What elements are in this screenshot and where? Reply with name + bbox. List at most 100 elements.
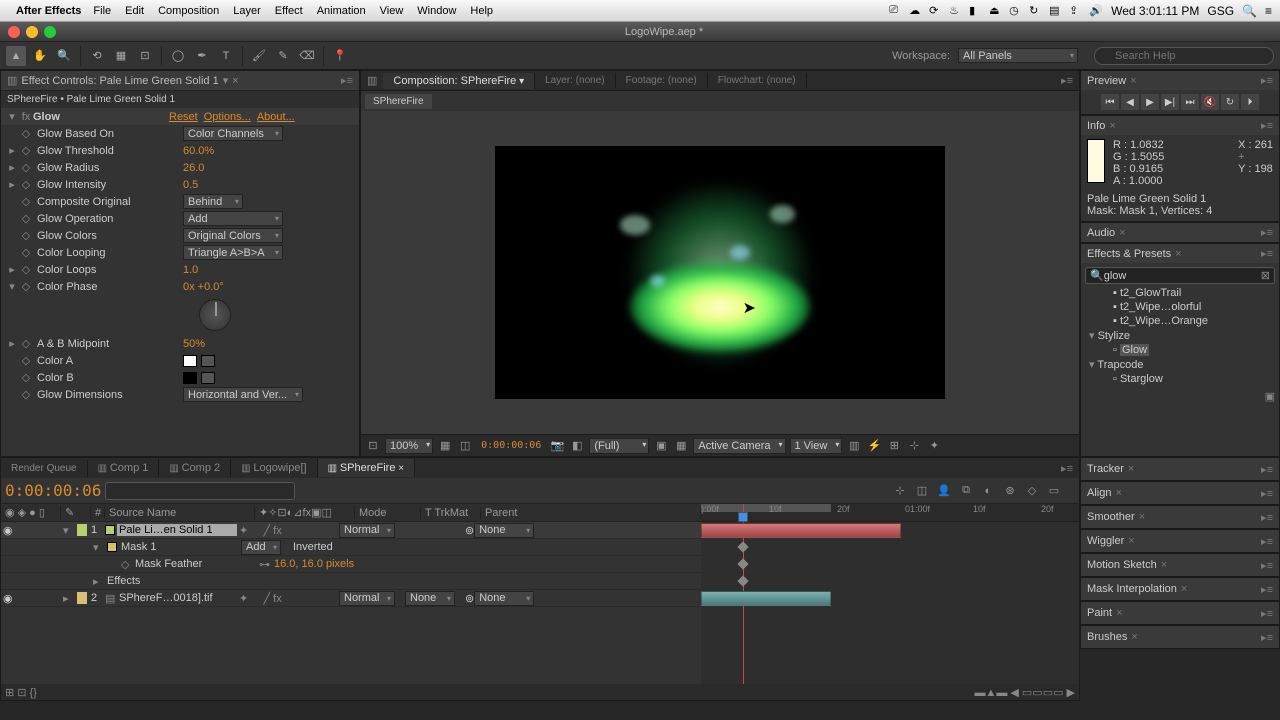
display-icon[interactable]: ▤ <box>1049 4 1063 18</box>
first-frame-button[interactable]: ⏮ <box>1101 94 1119 110</box>
menubar-user[interactable]: GSG <box>1207 4 1234 18</box>
new-bin-icon[interactable]: ▣ <box>1265 391 1275 403</box>
options-link[interactable]: Options... <box>204 111 251 123</box>
link-icon[interactable]: ⊶ <box>257 558 272 571</box>
motion-sketch-panel[interactable]: Motion Sketch×▸≡ <box>1080 553 1280 577</box>
color-phase-dial[interactable] <box>199 299 231 331</box>
layer-color-label[interactable] <box>77 592 87 604</box>
clear-search-icon[interactable]: ⊠ <box>1261 269 1270 282</box>
parent-dropdown[interactable]: None <box>474 591 534 606</box>
effect-glow-item[interactable]: ▫ Glow <box>1085 343 1275 357</box>
mask-feather-value[interactable]: 16.0, 16.0 pixels <box>272 558 356 570</box>
help-search-input[interactable] <box>1094 47 1274 65</box>
menu-animation[interactable]: Animation <box>317 5 366 17</box>
pixel-aspect-icon[interactable]: ▥ <box>846 438 862 454</box>
puppet-tool[interactable]: 📍 <box>330 46 350 66</box>
mask-interpolation-panel[interactable]: Mask Interpolation×▸≡ <box>1080 577 1280 601</box>
volume-icon[interactable]: 🔊 <box>1089 4 1103 18</box>
minimize-window-button[interactable] <box>26 26 38 38</box>
menu-window[interactable]: Window <box>417 5 456 17</box>
glow-threshold-value[interactable]: 60.0% <box>183 145 214 157</box>
notifications-icon[interactable]: ≡ <box>1265 4 1272 18</box>
menu-effect[interactable]: Effect <box>275 5 303 17</box>
color-phase-value[interactable]: 0x +0.0° <box>183 281 224 293</box>
preset-item[interactable]: ▪ t2_GlowTrail <box>1085 286 1275 300</box>
eject-icon[interactable]: ⏏ <box>989 4 1003 18</box>
loop-button[interactable]: ↻ <box>1221 94 1239 110</box>
effects-group-row[interactable]: ▸ Effects <box>1 573 701 590</box>
spotlight-icon[interactable]: 🔍 <box>1242 4 1257 18</box>
comp-subtab[interactable]: SPhereFire <box>365 94 432 109</box>
timeline-track-area[interactable]: ):00f 10f 20f 01:00f 10f 20f <box>701 504 1079 684</box>
menu-composition[interactable]: Composition <box>158 5 219 17</box>
ab-midpoint-value[interactable]: 50% <box>183 338 205 350</box>
effects-presets-tab[interactable]: Effects & Presets <box>1087 248 1171 260</box>
next-frame-button[interactable]: ▶| <box>1161 94 1179 110</box>
wifi-icon[interactable]: ⇪ <box>1069 4 1083 18</box>
view-dropdown[interactable]: 1 View <box>790 438 843 454</box>
tab-spherefire[interactable]: ▥ SPhereFire × <box>318 459 416 477</box>
magnify-icon[interactable]: ⊡ <box>365 438 381 454</box>
blend-mode-dropdown[interactable]: Normal <box>339 591 395 606</box>
bin-icon[interactable]: ▥ <box>7 74 17 87</box>
info-tab[interactable]: Info <box>1087 120 1105 132</box>
dropbox-icon[interactable]: ☁ <box>909 4 923 18</box>
timeline-icon[interactable]: ⊞ <box>886 438 902 454</box>
tab-logowipe[interactable]: ▥ Logowipe[] <box>231 459 317 477</box>
tab-comp1[interactable]: ▥ Comp 1 <box>88 459 160 477</box>
stopwatch-icon[interactable]: ◇ <box>119 558 133 571</box>
zoom-tool[interactable]: 🔍 <box>54 46 74 66</box>
composite-original-dropdown[interactable]: Behind <box>183 194 243 209</box>
twirl-icon[interactable]: ▾ <box>61 524 75 537</box>
graph-editor-icon[interactable]: ▭ <box>1045 482 1063 500</box>
about-link[interactable]: About... <box>257 111 295 123</box>
camera-tool[interactable]: ▦ <box>111 46 131 66</box>
timeline-search-input[interactable] <box>105 482 295 500</box>
battery-icon[interactable]: ▮ <box>969 4 983 18</box>
color-looping-dropdown[interactable]: Triangle A>B>A <box>183 245 283 260</box>
motion-blur-icon[interactable]: ◐ <box>979 482 997 500</box>
zoom-slider[interactable]: ▬▲▬ ◀ ▭▭▭▭ ▶ <box>970 686 1079 699</box>
comp-nav-icon[interactable]: ▥ <box>361 74 383 87</box>
mask-icon[interactable]: ◫ <box>457 438 473 454</box>
parent-dropdown[interactable]: None <box>474 523 534 538</box>
work-area-bar[interactable] <box>701 504 831 512</box>
blend-mode-dropdown[interactable]: Normal <box>339 523 395 538</box>
menu-help[interactable]: Help <box>470 5 493 17</box>
clock-icon[interactable]: ◷ <box>1009 4 1023 18</box>
layer-bar-1[interactable] <box>701 523 901 538</box>
color-loops-value[interactable]: 1.0 <box>183 264 198 276</box>
wiggler-panel[interactable]: Wiggler×▸≡ <box>1080 529 1280 553</box>
layer-row-2[interactable]: ◉ ▸ 2 ▤ SPhereF…0018].tif ✦ ╱ fx Normal … <box>1 590 701 607</box>
glow-operation-dropdown[interactable]: Add <box>183 211 283 226</box>
layer-row-1[interactable]: ◉ ▾ 1 Pale Li…en Solid 1 ✦ ╱ fx Normal ⊚… <box>1 522 701 539</box>
menu-file[interactable]: File <box>93 5 111 17</box>
twirl-icon[interactable]: ▸ <box>61 592 75 605</box>
brushes-panel[interactable]: Brushes×▸≡ <box>1080 625 1280 649</box>
keyframe-icon[interactable] <box>737 575 748 586</box>
menubar-clock[interactable]: Wed 3:01:11 PM <box>1111 4 1199 18</box>
autokey-icon[interactable]: ◇ <box>1023 482 1041 500</box>
effect-glow-header[interactable]: ▾ fx Glow Reset Options... About... <box>1 108 359 125</box>
workspace-dropdown[interactable]: All Panels <box>958 48 1078 63</box>
mask-color-swatch[interactable] <box>107 542 117 552</box>
trkmat-dropdown[interactable]: None <box>405 591 455 606</box>
preview-tab[interactable]: Preview <box>1087 75 1126 87</box>
glow-dimensions-dropdown[interactable]: Horizontal and Ver... <box>183 387 303 402</box>
paint-panel[interactable]: Paint×▸≡ <box>1080 601 1280 625</box>
keyframe-icon[interactable] <box>737 541 748 552</box>
eraser-tool[interactable]: ⌫ <box>297 46 317 66</box>
roi-icon[interactable]: ▣ <box>653 438 669 454</box>
menu-layer[interactable]: Layer <box>233 5 261 17</box>
effect-controls-tab[interactable]: Effect Controls: Pale Lime Green Solid 1 <box>21 75 218 87</box>
shape-tool[interactable]: ◯ <box>168 46 188 66</box>
fast-preview-icon[interactable]: ⚡ <box>866 438 882 454</box>
composition-canvas[interactable]: ➤ <box>495 146 945 399</box>
flowchart-icon[interactable]: ⊹ <box>906 438 922 454</box>
fx-icon[interactable]: fx <box>19 111 33 123</box>
glow-radius-value[interactable]: 26.0 <box>183 162 204 174</box>
layer-name[interactable]: SPhereF…0018].tif <box>117 592 237 604</box>
toggle-switches-icon[interactable]: ⊞ ⊡ {} <box>1 686 41 699</box>
reset-link[interactable]: Reset <box>169 111 198 123</box>
flame-icon[interactable]: ♨ <box>949 4 963 18</box>
